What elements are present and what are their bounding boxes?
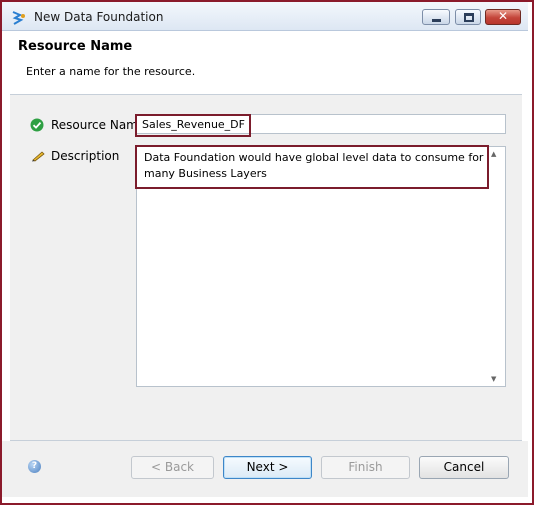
window-title: New Data Foundation [34,10,164,24]
check-circle-icon [30,118,44,132]
scroll-up-arrow[interactable]: ▲ [491,150,496,158]
resource-name-input[interactable] [136,114,506,134]
back-button[interactable]: < Back [131,456,214,479]
resource-name-label: Resource Name [51,118,146,132]
title-bar[interactable]: New Data Foundation ✕ [2,2,528,31]
description-line-1: Data Foundation would have global level … [144,151,484,164]
wizard-header: Resource Name Enter a name for the resou… [10,31,522,95]
scroll-down-arrow[interactable]: ▼ [491,375,496,383]
pencil-icon [32,151,45,162]
page-title: Resource Name [18,39,133,54]
sap-bo-icon [12,11,25,25]
finish-button[interactable]: Finish [321,456,410,479]
maximize-icon [464,13,474,22]
page-subtitle: Enter a name for the resource. [26,65,196,78]
maximize-button[interactable] [455,9,481,25]
minimize-icon [432,19,441,22]
description-text: Data Foundation would have global level … [144,150,484,182]
cancel-button[interactable]: Cancel [419,456,509,479]
close-icon: ✕ [497,9,509,23]
description-line-2: many Business Layers [144,167,267,180]
close-button[interactable]: ✕ [485,9,521,25]
next-button[interactable]: Next > [223,456,312,479]
description-textarea[interactable]: Data Foundation would have global level … [136,146,506,387]
description-label: Description [51,149,120,163]
minimize-button[interactable] [422,9,450,25]
help-icon[interactable]: ? [28,460,41,473]
